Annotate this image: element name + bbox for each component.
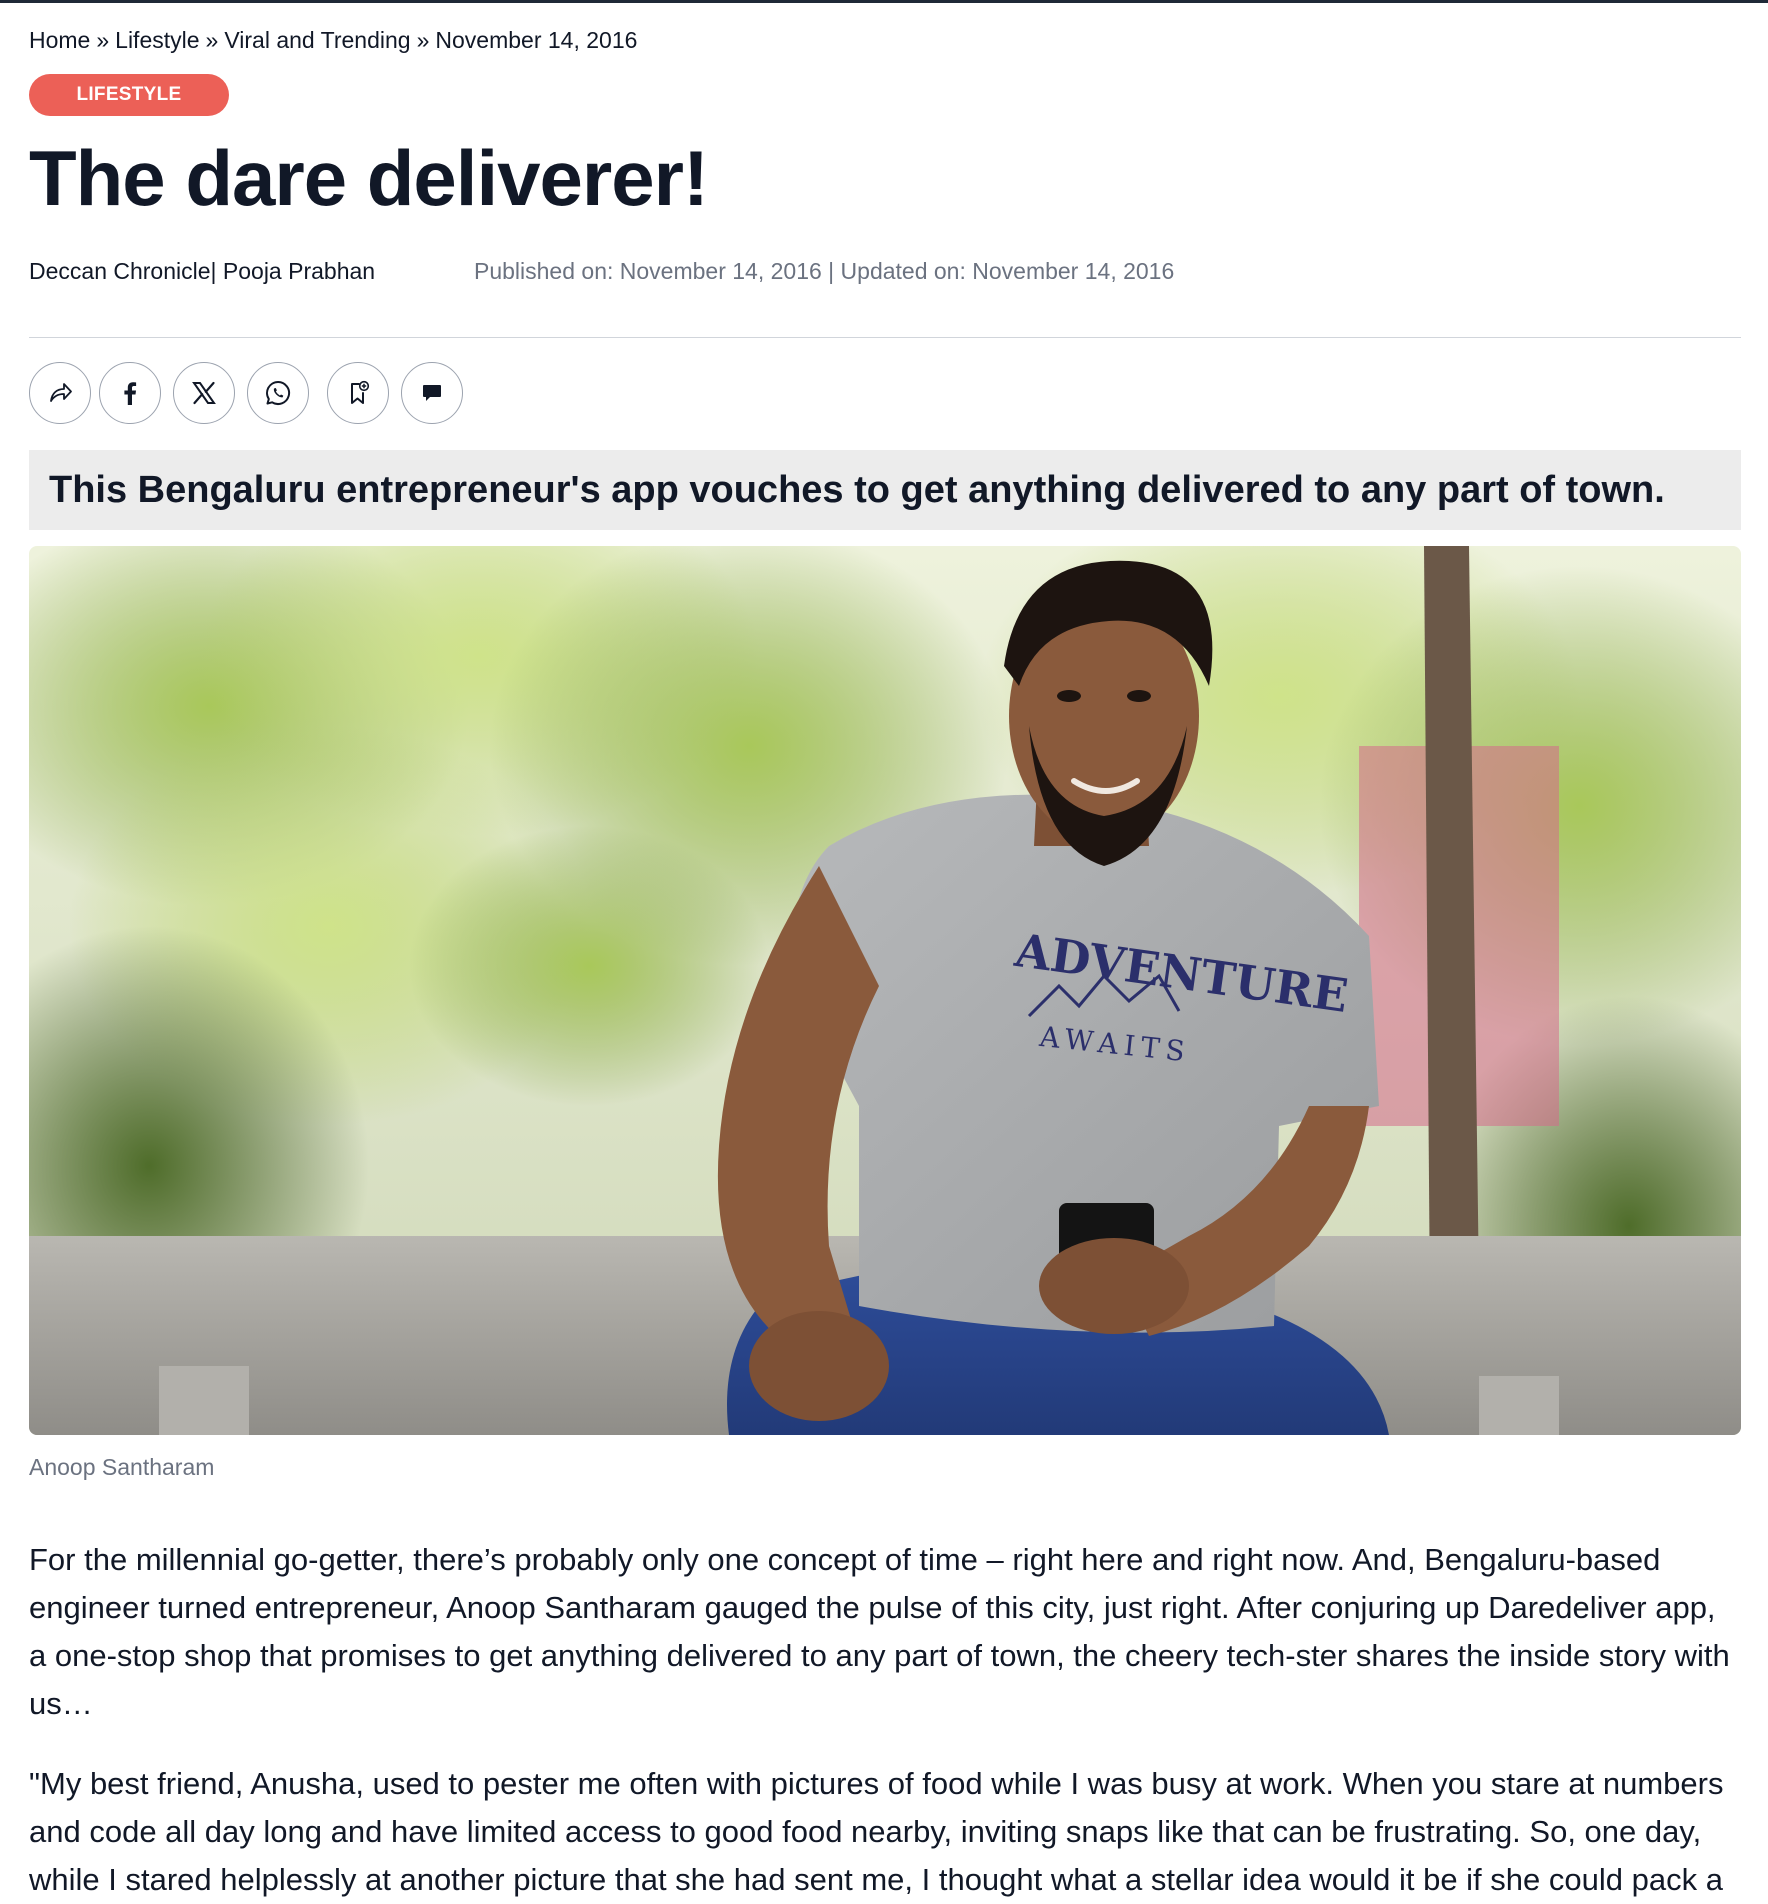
image-caption: Anoop Santharam [29,1454,215,1480]
hero-image: ADVENTURE AWAITS [29,546,1741,1435]
comment-icon [423,385,441,401]
breadcrumb-separator: » [205,26,219,53]
bookmark-icon [351,380,370,404]
top-rule [0,0,1768,3]
whatsapp-share-button[interactable] [247,362,309,424]
publish-dates: Published on: November 14, 2016 | Update… [474,258,1175,284]
x-share-button[interactable] [173,362,235,424]
share-icon [50,383,72,402]
breadcrumb-lifestyle[interactable]: Lifestyle [115,27,199,54]
facebook-icon [124,382,137,405]
article-subheadline: This Bengaluru entrepreneur's app vouche… [29,450,1741,530]
whatsapp-icon [266,380,291,405]
breadcrumb-viral-and-trending[interactable]: Viral and Trending [224,27,410,54]
breadcrumb-separator: » [96,26,110,53]
category-badge[interactable]: LIFESTYLE [29,74,229,116]
breadcrumb-date: November 14, 2016 [435,26,638,53]
comment-button[interactable] [401,362,463,424]
divider [29,337,1741,338]
breadcrumb: Home » Lifestyle » Viral and Trending » … [29,24,637,56]
breadcrumb-separator: » [416,26,430,53]
x-icon [192,381,216,405]
share-button[interactable] [29,362,91,424]
article-paragraph: For the millennial go-getter, there’s pr… [29,1542,1730,1721]
facebook-share-button[interactable] [99,362,161,424]
page-title: The dare deliverer! [29,134,709,222]
article-paragraph: "My best friend, Anusha, used to pester … [29,1766,1724,1897]
breadcrumb-home[interactable]: Home [29,27,90,54]
bookmark-button[interactable] [327,362,389,424]
byline: Deccan Chronicle| Pooja Prabhan [29,258,376,284]
hero-photo: ADVENTURE AWAITS [29,546,1741,1435]
